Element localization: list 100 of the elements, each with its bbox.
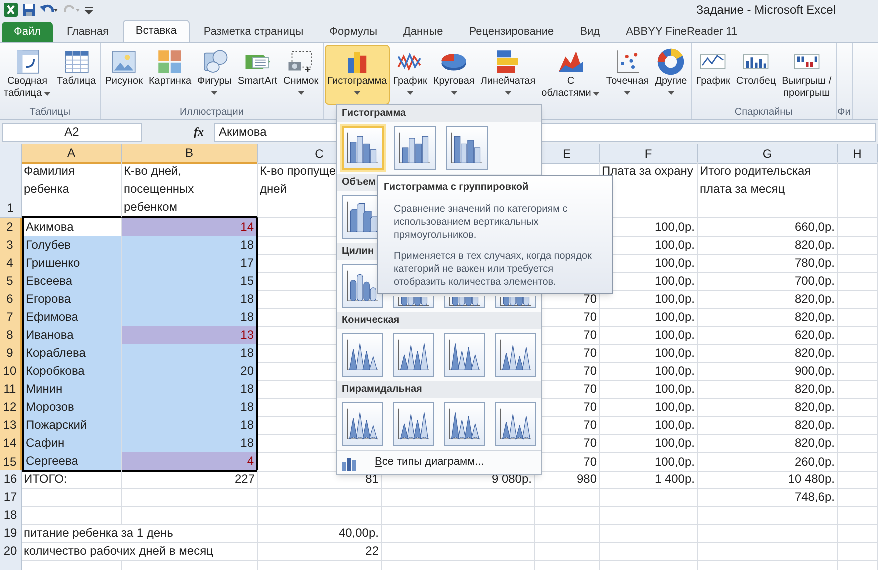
cell[interactable] — [838, 308, 878, 327]
cell[interactable]: 620,0р. — [698, 326, 838, 345]
cell[interactable]: 1 400р. — [600, 470, 698, 489]
cell[interactable]: 18 — [122, 434, 258, 453]
row-header[interactable]: 15 — [0, 452, 22, 472]
cell[interactable]: 100,0р. — [600, 362, 698, 381]
row-header[interactable]: 13 — [0, 416, 22, 435]
cell[interactable]: 17 — [122, 254, 258, 273]
cell[interactable] — [22, 506, 122, 525]
ribbon-button[interactable]: С областями — [538, 45, 604, 105]
row-header[interactable]: 9 — [0, 344, 22, 363]
cell[interactable]: 18 — [122, 416, 258, 435]
ribbon-button[interactable]: Фигуры — [194, 45, 236, 105]
file-tab[interactable]: Файл — [2, 22, 54, 42]
chart-type-option[interactable] — [444, 333, 485, 377]
chart-type-option[interactable] — [342, 126, 384, 170]
cell[interactable]: 4 — [122, 452, 258, 472]
cell[interactable]: Морозов — [22, 398, 122, 417]
chart-type-option[interactable] — [444, 402, 485, 446]
chart-type-option[interactable] — [394, 126, 436, 170]
ribbon-button[interactable]: Выигрыш / проигрыш — [779, 45, 835, 105]
row-header[interactable]: 19 — [0, 524, 22, 543]
cell[interactable]: Пожарский — [22, 416, 122, 435]
row-header[interactable]: 10 — [0, 362, 22, 381]
row-header[interactable]: 8 — [0, 326, 22, 345]
cell[interactable]: 18 — [122, 398, 258, 417]
cell[interactable]: Итого родительская плата за месяц — [698, 162, 838, 218]
chart-type-option[interactable] — [495, 402, 536, 446]
cell[interactable]: 260,0р. — [698, 452, 838, 472]
cell[interactable] — [122, 506, 258, 525]
cell[interactable] — [535, 506, 600, 525]
cell[interactable] — [838, 434, 878, 453]
cell[interactable]: 780,0р. — [698, 254, 838, 273]
cell[interactable] — [838, 236, 878, 255]
cell[interactable] — [838, 218, 878, 237]
cell[interactable]: 18 — [122, 236, 258, 255]
cell[interactable] — [838, 362, 878, 381]
row-header[interactable]: 7 — [0, 308, 22, 327]
ribbon-button[interactable]: Гистограмма — [324, 45, 390, 105]
cell[interactable] — [838, 398, 878, 417]
name-box[interactable]: A2 — [2, 122, 142, 142]
row-header[interactable]: 4 — [0, 254, 22, 273]
cell[interactable]: 820,0р. — [698, 416, 838, 435]
cell[interactable] — [600, 524, 698, 543]
cell[interactable] — [382, 488, 535, 507]
row-header[interactable]: 1 — [0, 162, 22, 218]
ribbon-button[interactable]: Картинка — [146, 45, 195, 105]
ribbon-tab[interactable]: Вставка — [122, 20, 190, 42]
ribbon-tab[interactable]: Рецензирование — [457, 22, 566, 42]
cell[interactable]: Иванова — [22, 326, 122, 345]
ribbon-button[interactable]: Рисунок — [102, 45, 146, 105]
cell[interactable]: ИТОГО: — [22, 470, 122, 489]
cell[interactable] — [838, 524, 878, 543]
cell[interactable]: 820,0р. — [698, 236, 838, 255]
cell[interactable]: 18 — [122, 290, 258, 309]
column-header[interactable]: B — [122, 144, 258, 164]
cell[interactable] — [838, 380, 878, 399]
cell[interactable]: 18 — [122, 344, 258, 363]
chart-type-option[interactable] — [393, 402, 434, 446]
cell[interactable] — [838, 326, 878, 345]
cell[interactable] — [838, 290, 878, 309]
cell[interactable] — [838, 506, 878, 525]
all-chart-types-link[interactable]: Все типы диаграмм... — [367, 454, 484, 471]
row-header[interactable]: 6 — [0, 290, 22, 309]
cell[interactable] — [382, 542, 535, 561]
row-header[interactable]: 2 — [0, 218, 22, 237]
row-header[interactable]: 11 — [0, 380, 22, 399]
cell[interactable] — [382, 506, 535, 525]
cell[interactable]: Сафин — [22, 434, 122, 453]
row-header[interactable]: 3 — [0, 236, 22, 255]
cell[interactable] — [535, 542, 600, 561]
cell[interactable] — [838, 416, 878, 435]
cell[interactable]: 820,0р. — [698, 308, 838, 327]
ribbon-tab[interactable]: Главная — [55, 22, 121, 42]
cell[interactable] — [535, 524, 600, 543]
chart-type-option[interactable] — [342, 333, 383, 377]
cell[interactable]: 227 — [122, 470, 258, 489]
cell[interactable] — [838, 272, 878, 291]
ribbon-button[interactable]: Сводная таблица — [1, 45, 54, 105]
cell[interactable] — [838, 254, 878, 273]
ribbon-button[interactable]: График — [693, 45, 734, 105]
row-header[interactable]: 5 — [0, 272, 22, 291]
save-icon[interactable] — [22, 3, 36, 17]
cell[interactable] — [698, 506, 838, 525]
ribbon-button[interactable]: Снимок — [280, 45, 322, 105]
cell[interactable]: 660,0р. — [698, 218, 838, 237]
cell[interactable]: 20 — [122, 362, 258, 381]
cell[interactable]: 820,0р. — [698, 380, 838, 399]
row-header[interactable]: 16 — [0, 470, 22, 489]
cell[interactable] — [838, 470, 878, 489]
cell[interactable] — [600, 542, 698, 561]
ribbon-tab[interactable]: ABBYY FineReader 11 — [614, 22, 750, 42]
ribbon-tab[interactable]: Вид — [568, 22, 612, 42]
cell[interactable] — [258, 488, 382, 507]
cell[interactable]: Голубев — [22, 236, 122, 255]
cell[interactable]: 900,0р. — [698, 362, 838, 381]
cell[interactable]: количество рабочих дней в месяц — [22, 542, 258, 561]
cell[interactable]: 100,0р. — [600, 344, 698, 363]
ribbon-button[interactable]: Другие — [652, 45, 690, 105]
row-header[interactable]: 18 — [0, 506, 22, 525]
